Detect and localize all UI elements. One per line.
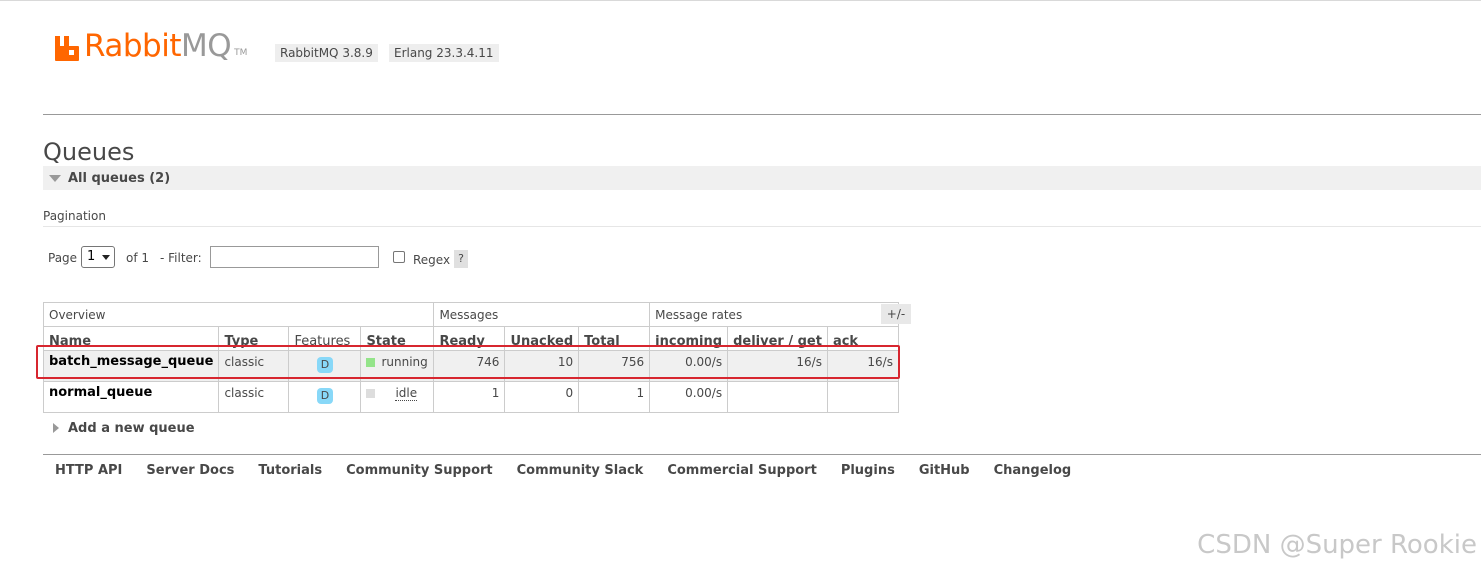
highlight-annotation-box — [36, 345, 900, 379]
rabbitmq-logo[interactable]: RabbitMQ TM — [54, 28, 247, 62]
table-group-header-row: Overview Messages Message rates — [42, 302, 899, 327]
all-queues-section-header[interactable] — [43, 166, 1481, 190]
page-label: Page — [48, 251, 78, 265]
page-of-label: of 1 — [126, 251, 150, 265]
logo-trademark: TM — [234, 48, 248, 58]
queue-state: idle — [360, 381, 435, 413]
footer-link-community-support[interactable]: Community Support — [346, 463, 493, 478]
queue-features: D — [288, 381, 362, 413]
queue-type: classic — [218, 381, 290, 413]
filter-label: - Filter: — [160, 251, 202, 265]
footer-link-changelog[interactable]: Changelog — [994, 463, 1072, 478]
page-select[interactable]: 1 — [81, 246, 115, 268]
incoming-rate: 0.00/s — [649, 381, 729, 413]
unacked-count: 0 — [504, 381, 580, 413]
footer-divider — [43, 454, 1481, 455]
regex-label: Regex — [413, 253, 451, 267]
ready-count: 1 — [433, 381, 506, 413]
group-messages: Messages — [433, 302, 651, 327]
columns-toggle-button[interactable]: +/- — [881, 304, 911, 324]
deliver-get-rate — [727, 381, 828, 413]
regex-checkbox[interactable] — [393, 251, 405, 263]
footer-link-tutorials[interactable]: Tutorials — [258, 463, 322, 478]
state-label: idle — [395, 386, 418, 401]
pagination-label: Pagination — [43, 209, 106, 223]
add-new-queue-toggle[interactable]: Add a new queue — [68, 421, 195, 436]
footer-link-http-api[interactable]: HTTP API — [55, 463, 122, 478]
page-title: Queues — [43, 138, 135, 166]
total-count: 1 — [578, 381, 651, 413]
logo-wordmark: RabbitMQ — [84, 28, 232, 64]
expand-triangle-icon[interactable] — [53, 423, 59, 433]
group-message-rates: Message rates — [649, 302, 899, 327]
erlang-version-badge: Erlang 23.3.4.11 — [389, 44, 499, 62]
footer-link-plugins[interactable]: Plugins — [841, 463, 895, 478]
footer-links: HTTP API Server Docs Tutorials Community… — [55, 463, 1095, 478]
page-select-value: 1 — [87, 249, 96, 264]
collapse-triangle-icon[interactable] — [49, 175, 61, 182]
rabbitmq-version-badge: RabbitMQ 3.8.9 — [275, 44, 378, 62]
ack-rate — [826, 381, 899, 413]
chevron-down-icon — [102, 255, 110, 260]
filter-input[interactable] — [210, 246, 379, 268]
queue-name-link[interactable]: normal_queue — [42, 381, 220, 413]
top-border — [0, 0, 1481, 1]
rabbit-logo-icon — [54, 34, 80, 62]
pagination-divider — [43, 226, 1481, 227]
group-overview: Overview — [42, 302, 435, 327]
footer-link-commercial-support[interactable]: Commercial Support — [667, 463, 817, 478]
durable-badge: D — [316, 388, 333, 404]
footer-link-github[interactable]: GitHub — [919, 463, 970, 478]
footer-link-community-slack[interactable]: Community Slack — [517, 463, 644, 478]
header-divider — [43, 114, 1481, 115]
footer-link-server-docs[interactable]: Server Docs — [146, 463, 234, 478]
state-idle-icon — [366, 389, 376, 398]
watermark-text: CSDN @Super Rookie — [1197, 530, 1477, 560]
all-queues-label[interactable]: All queues (2) — [68, 171, 170, 186]
table-row[interactable]: normal_queue classic D idle 1 0 1 0.00/s — [42, 381, 899, 413]
regex-help-button[interactable]: ? — [454, 250, 468, 268]
